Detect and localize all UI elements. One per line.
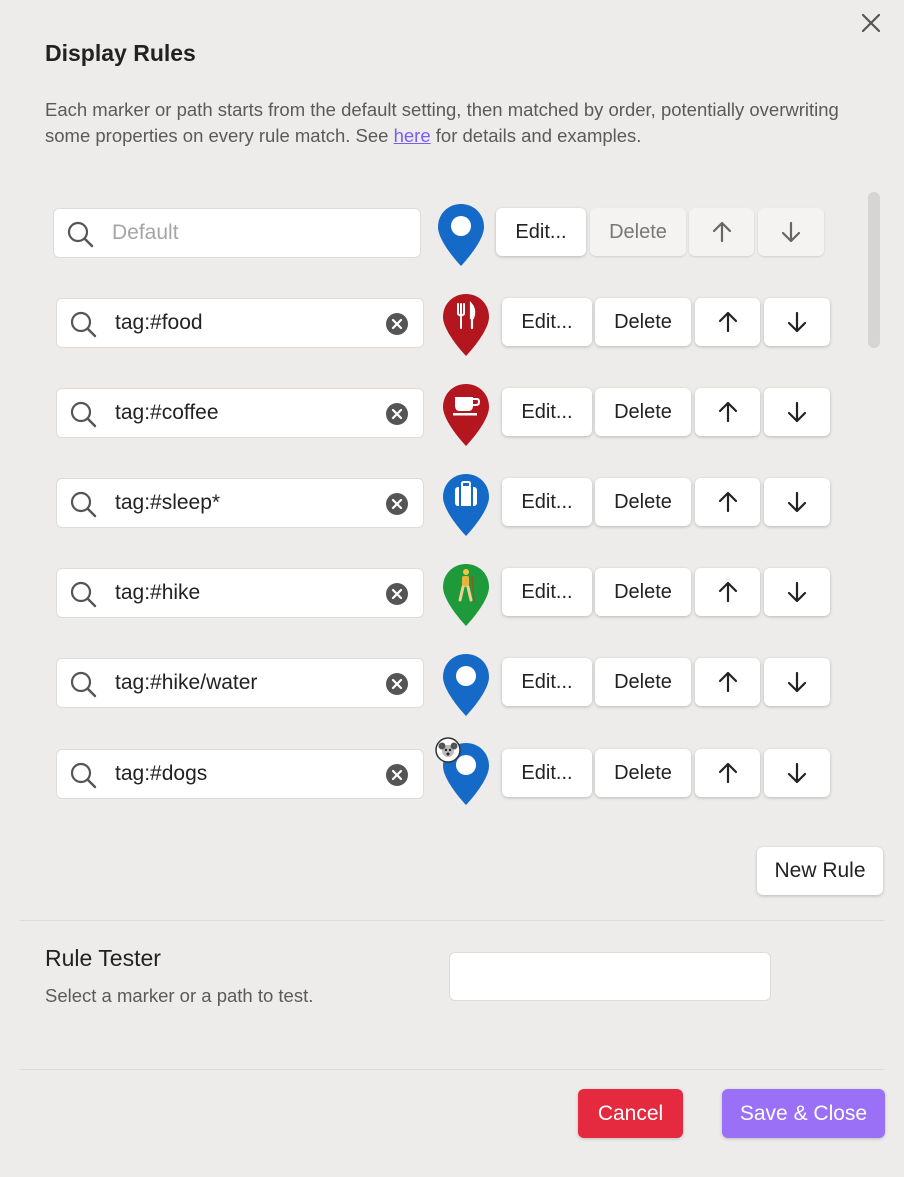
rule-query-text: tag:#sleep* (115, 491, 221, 514)
move-up-button[interactable] (689, 208, 754, 256)
arrow-down-icon (781, 221, 801, 243)
map-marker-icon (443, 654, 489, 716)
move-up-button[interactable] (695, 658, 760, 706)
dialog-title: Display Rules (45, 40, 196, 66)
rule-query-text: tag:#hike/water (115, 671, 258, 694)
move-down-button[interactable] (764, 298, 830, 346)
rule-query-input[interactable]: tag:#hike (56, 568, 424, 618)
delete-button[interactable]: Delete (595, 749, 691, 797)
details-link[interactable]: here (394, 125, 431, 146)
rule-row: tag:#dogs Edit... Delete (56, 737, 886, 805)
arrow-up-icon (718, 311, 737, 333)
delete-button[interactable]: Delete (595, 568, 691, 616)
arrow-down-icon (787, 491, 807, 513)
rule-query-input[interactable]: tag:#dogs (56, 749, 424, 799)
search-icon (70, 762, 97, 789)
rule-tester-input[interactable] (449, 952, 771, 1001)
rule-row: tag:#sleep* Edit... Delete (56, 472, 886, 536)
edit-button[interactable]: Edit... (502, 749, 592, 797)
rule-query-placeholder: Default (112, 221, 179, 244)
rule-row: tag:#hike Edit... Delete (56, 562, 886, 626)
move-down-button[interactable] (764, 568, 830, 616)
move-up-button[interactable] (695, 388, 760, 436)
edit-button[interactable]: Edit... (502, 568, 592, 616)
delete-button[interactable]: Delete (595, 478, 691, 526)
save-and-close-button[interactable]: Save & Close (722, 1089, 885, 1138)
fork-knife-marker-icon (443, 294, 489, 356)
search-icon (67, 221, 94, 248)
move-up-button[interactable] (695, 478, 760, 526)
arrow-down-icon (787, 581, 807, 603)
arrow-up-icon (718, 581, 737, 603)
arrow-down-icon (787, 401, 807, 423)
rule-query-input[interactable]: tag:#hike/water (56, 658, 424, 708)
rule-query-text: tag:#coffee (115, 401, 219, 424)
new-rule-button[interactable]: New Rule (757, 847, 883, 895)
cancel-button[interactable]: Cancel (578, 1089, 683, 1138)
move-down-button[interactable] (764, 749, 830, 797)
rule-query-text: tag:#dogs (115, 762, 208, 785)
divider (20, 1069, 884, 1070)
delete-button[interactable]: Delete (590, 208, 686, 256)
rule-tester-description: Select a marker or a path to test. (45, 985, 314, 1006)
hiker-marker-icon (443, 564, 489, 626)
clear-icon[interactable] (385, 672, 409, 696)
clear-icon[interactable] (385, 582, 409, 606)
clear-icon[interactable] (385, 312, 409, 336)
description-text-end: for details and examples. (430, 125, 642, 146)
search-icon (70, 401, 97, 428)
search-icon (70, 671, 97, 698)
arrow-down-icon (787, 311, 807, 333)
search-icon (70, 311, 97, 338)
divider (20, 920, 884, 921)
scrollbar[interactable] (868, 192, 880, 348)
dog-badge-marker-icon (435, 737, 489, 805)
close-button[interactable] (858, 10, 884, 36)
delete-button[interactable]: Delete (595, 298, 691, 346)
rule-row: tag:#coffee Edit... Delete (56, 382, 886, 446)
arrow-down-icon (787, 762, 807, 784)
edit-button[interactable]: Edit... (502, 478, 592, 526)
move-up-button[interactable] (695, 568, 760, 616)
clear-icon[interactable] (385, 763, 409, 787)
coffee-cup-marker-icon (443, 384, 489, 446)
arrow-up-icon (718, 762, 737, 784)
dialog-description: Each marker or path starts from the defa… (45, 97, 845, 149)
close-icon (861, 13, 881, 33)
luggage-marker-icon (443, 474, 489, 536)
map-marker-icon (438, 204, 484, 266)
move-up-button[interactable] (695, 298, 760, 346)
rule-query-input[interactable]: Default (53, 208, 421, 258)
arrow-up-icon (718, 491, 737, 513)
clear-icon[interactable] (385, 492, 409, 516)
rule-tester-title: Rule Tester (45, 945, 161, 971)
edit-button[interactable]: Edit... (502, 388, 592, 436)
arrow-up-icon (718, 671, 737, 693)
edit-button[interactable]: Edit... (502, 658, 592, 706)
move-down-button[interactable] (764, 658, 830, 706)
delete-button[interactable]: Delete (595, 388, 691, 436)
rule-query-text: tag:#food (115, 311, 203, 334)
delete-button[interactable]: Delete (595, 658, 691, 706)
rule-query-input[interactable]: tag:#sleep* (56, 478, 424, 528)
move-down-button[interactable] (758, 208, 824, 256)
clear-icon[interactable] (385, 402, 409, 426)
rule-query-input[interactable]: tag:#food (56, 298, 424, 348)
arrow-down-icon (787, 671, 807, 693)
arrow-up-icon (718, 401, 737, 423)
rule-row: tag:#food Edit... Delete (56, 292, 886, 356)
move-down-button[interactable] (764, 388, 830, 436)
arrow-up-icon (712, 221, 731, 243)
move-down-button[interactable] (764, 478, 830, 526)
move-up-button[interactable] (695, 749, 760, 797)
edit-button[interactable]: Edit... (502, 298, 592, 346)
rule-row-default: Default Edit... Delete (53, 202, 883, 266)
search-icon (70, 581, 97, 608)
rule-row: tag:#hike/water Edit... Delete (56, 652, 886, 716)
edit-button[interactable]: Edit... (496, 208, 586, 256)
rule-query-text: tag:#hike (115, 581, 201, 604)
search-icon (70, 491, 97, 518)
rule-query-input[interactable]: tag:#coffee (56, 388, 424, 438)
